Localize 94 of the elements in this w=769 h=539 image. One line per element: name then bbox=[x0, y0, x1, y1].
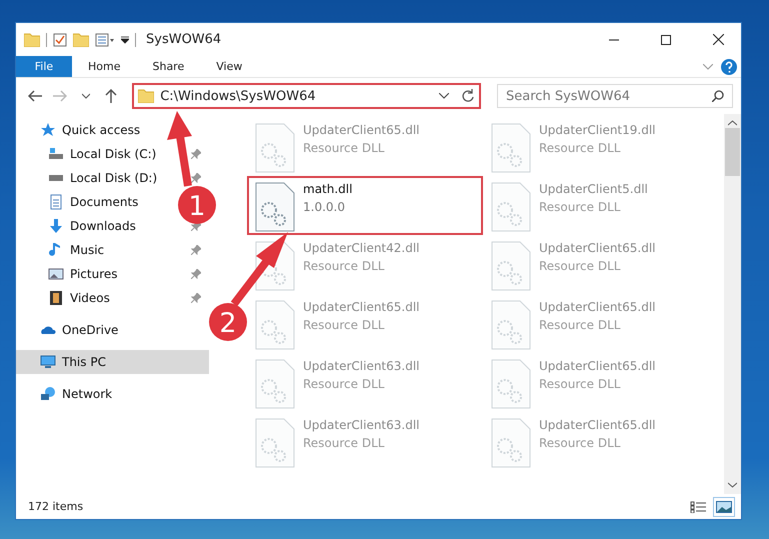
file-gear-icon bbox=[255, 300, 295, 350]
search-field[interactable]: Search SysWOW64 bbox=[497, 84, 734, 108]
forward-arrow-icon bbox=[53, 90, 68, 102]
folder-icon bbox=[138, 89, 154, 103]
file-detail: Resource DLL bbox=[539, 436, 622, 450]
properties-icon[interactable] bbox=[95, 32, 115, 46]
address-bar[interactable]: C:\Windows\SysWOW64 bbox=[132, 83, 482, 109]
file-detail: Resource DLL bbox=[539, 259, 622, 273]
file-detail: Resource DLL bbox=[303, 377, 386, 391]
file-detail: Resource DLL bbox=[303, 318, 386, 332]
film-icon bbox=[48, 290, 64, 306]
caret-icon[interactable] bbox=[121, 36, 129, 44]
file-detail: Resource DLL bbox=[539, 377, 622, 391]
nav-item[interactable]: OneDrive bbox=[16, 318, 209, 342]
drive-icon bbox=[48, 146, 64, 162]
file-gear-icon bbox=[491, 300, 531, 350]
ribbon-tab[interactable]: Share bbox=[136, 56, 200, 77]
nav-item[interactable]: Music bbox=[16, 238, 112, 262]
network-icon bbox=[40, 386, 56, 402]
ribbon-tab[interactable]: File bbox=[16, 56, 72, 77]
drive-icon bbox=[48, 175, 64, 181]
ribbon-tab[interactable]: View bbox=[200, 56, 258, 77]
monitor-icon bbox=[40, 354, 56, 370]
file-detail: Resource DLL bbox=[539, 141, 622, 155]
refresh-icon[interactable] bbox=[461, 89, 476, 103]
checkmark-document-icon[interactable] bbox=[53, 32, 67, 46]
file-gear-icon bbox=[491, 418, 531, 468]
file-name: math.dll bbox=[303, 182, 352, 196]
file-name: UpdaterClient42.dll bbox=[303, 241, 420, 255]
image-icon bbox=[48, 266, 64, 282]
file-gear-icon bbox=[255, 359, 295, 409]
file-name: UpdaterClient65.dll bbox=[539, 241, 656, 255]
file-gear-icon bbox=[491, 182, 531, 232]
file-gear-icon bbox=[491, 241, 531, 291]
maximize-icon bbox=[661, 34, 671, 44]
nav-item[interactable]: Videos bbox=[16, 286, 118, 310]
scroll-down-icon[interactable] bbox=[728, 482, 737, 488]
document-icon bbox=[48, 194, 64, 210]
file-name: UpdaterClient19.dll bbox=[539, 123, 656, 137]
file-detail: Resource DLL bbox=[539, 200, 622, 214]
file-name: UpdaterClient65.dll bbox=[539, 359, 656, 373]
file-name: UpdaterClient63.dll bbox=[303, 359, 420, 373]
file-gear-icon bbox=[255, 123, 295, 173]
down-arrow-icon bbox=[48, 218, 64, 234]
ribbon-tab[interactable]: Home bbox=[72, 56, 136, 77]
folder-icon bbox=[24, 32, 40, 46]
chevron-down-icon bbox=[82, 93, 90, 99]
chevron-down-icon[interactable] bbox=[439, 93, 450, 99]
scrollbar-thumb[interactable] bbox=[725, 128, 740, 176]
nav-item[interactable]: Local Disk (C:) bbox=[16, 142, 164, 166]
window-title: SysWOW64 bbox=[146, 32, 222, 47]
file-name: UpdaterClient65.dll bbox=[539, 418, 656, 432]
pin-icon[interactable] bbox=[191, 173, 201, 183]
file-detail: 1.0.0.0 bbox=[303, 200, 346, 214]
pin-icon[interactable] bbox=[191, 269, 201, 279]
file-name: UpdaterClient65.dll bbox=[303, 300, 420, 314]
nav-item[interactable]: Pictures bbox=[16, 262, 126, 286]
file-gear-icon bbox=[255, 418, 295, 468]
close-icon bbox=[712, 34, 724, 45]
file-gear-icon bbox=[491, 359, 531, 409]
callout-badge: 1 bbox=[178, 186, 216, 224]
star-icon bbox=[40, 122, 56, 138]
pin-icon[interactable] bbox=[191, 245, 201, 255]
search-icon bbox=[712, 90, 724, 102]
file-item[interactable]: math.dll 1.0.0.0 bbox=[247, 176, 483, 235]
nav-item[interactable]: Downloads bbox=[16, 214, 144, 238]
file-name: UpdaterClient63.dll bbox=[303, 418, 420, 432]
help-icon[interactable] bbox=[721, 58, 737, 74]
scroll-up-icon[interactable] bbox=[728, 120, 737, 126]
file-gear-icon bbox=[255, 182, 295, 232]
minimize-icon bbox=[609, 38, 619, 40]
nav-item[interactable]: Quick access bbox=[16, 118, 209, 142]
item-count: 172 items bbox=[28, 500, 84, 513]
pin-icon[interactable] bbox=[191, 149, 201, 159]
back-arrow-icon bbox=[28, 90, 42, 102]
nav-item[interactable]: This PC bbox=[16, 350, 209, 374]
file-detail: Resource DLL bbox=[303, 141, 386, 155]
file-name: UpdaterClient5.dll bbox=[539, 182, 648, 196]
up-arrow-icon bbox=[105, 89, 118, 103]
new-folder-icon bbox=[73, 32, 89, 46]
scrollbar[interactable] bbox=[724, 114, 741, 494]
file-detail: Resource DLL bbox=[303, 436, 386, 450]
large-icons-view-button[interactable] bbox=[713, 496, 735, 516]
file-name: UpdaterClient65.dll bbox=[539, 300, 656, 314]
callout-badge: 2 bbox=[209, 303, 247, 341]
file-detail: Resource DLL bbox=[303, 259, 386, 273]
pin-icon[interactable] bbox=[191, 221, 201, 231]
nav-item[interactable]: Network bbox=[16, 382, 209, 406]
file-name: UpdaterClient65.dll bbox=[303, 123, 420, 137]
nav-item[interactable]: Local Disk (D:) bbox=[16, 166, 166, 190]
nav-item[interactable]: Documents bbox=[16, 190, 146, 214]
pin-icon[interactable] bbox=[191, 293, 201, 303]
file-gear-icon bbox=[491, 123, 531, 173]
file-detail: Resource DLL bbox=[539, 318, 622, 332]
